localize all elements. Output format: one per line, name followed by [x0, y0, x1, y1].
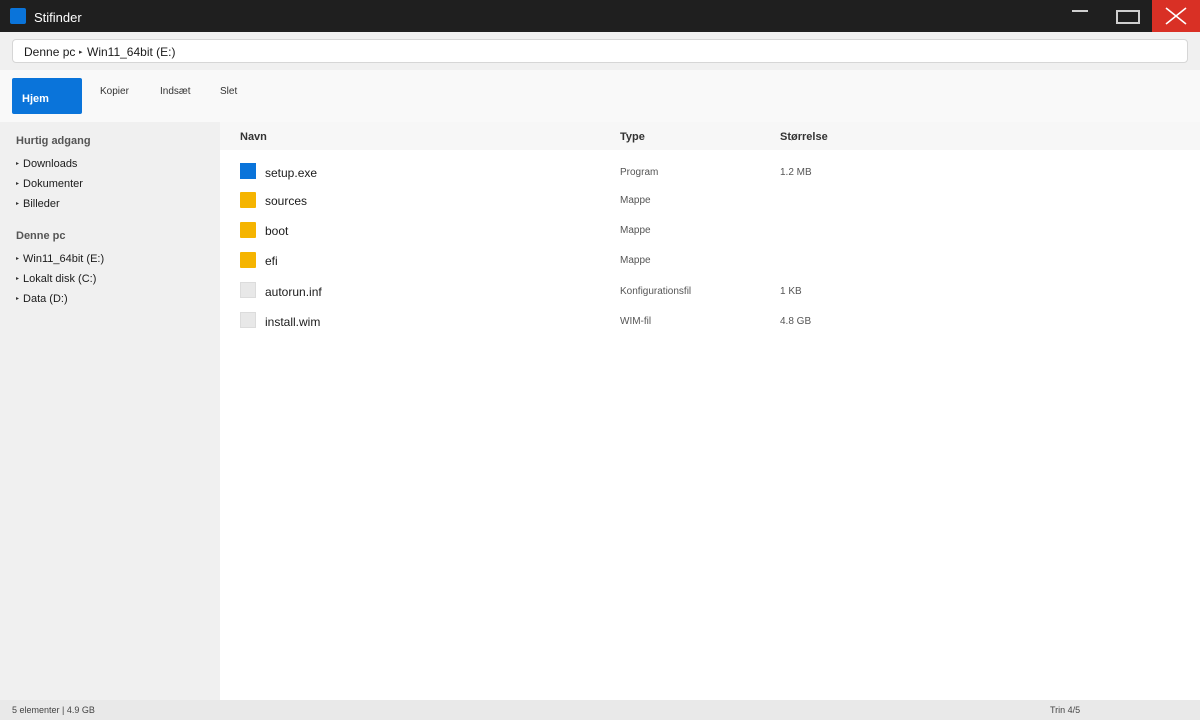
this-pc-heading: Denne pc: [16, 230, 66, 242]
file-size: 1.2 MB: [780, 167, 812, 178]
sidebar-item-label: Billeder: [23, 198, 60, 210]
file-icon: [240, 312, 256, 328]
sidebar-item-downloads[interactable]: ▸ Downloads: [16, 158, 77, 171]
file-row[interactable]: setup.exe Program 1.2 MB: [220, 158, 1200, 184]
file-icon: [240, 282, 256, 298]
sidebar-item-drive-d[interactable]: ▸ Data (D:): [16, 293, 68, 306]
copy-button[interactable]: Kopier: [100, 86, 129, 98]
item-count-status: 5 elementer | 4.9 GB: [12, 705, 95, 715]
chevron-right-icon: ▸: [79, 49, 83, 56]
file-type: WIM-fil: [620, 316, 652, 327]
column-header-size[interactable]: Størrelse: [780, 131, 828, 143]
expand-arrow-icon: ▸: [16, 161, 20, 167]
delete-button[interactable]: Slet: [220, 86, 237, 98]
file-name: autorun.inf: [265, 285, 322, 299]
file-row[interactable]: sources Mappe: [220, 186, 1200, 212]
file-type: Program: [620, 167, 659, 178]
sidebar-item-drive-c[interactable]: ▸ Lokalt disk (C:): [16, 273, 96, 286]
column-header-row: Navn Type Størrelse: [220, 122, 1200, 150]
folder-icon: [240, 192, 256, 208]
sidebar-item-drive-e[interactable]: ▸ Win11_64bit (E:): [16, 253, 104, 266]
navigation-pane: Hurtig adgang ▸ Downloads ▸ Dokumenter ▸ Bi…: [0, 122, 220, 700]
ribbon-toolbar: Hjem Kopier Indsæt Slet: [0, 70, 1200, 122]
sidebar-item-label: Lokalt disk (C:): [23, 273, 97, 285]
file-type: Mappe: [620, 225, 651, 236]
folder-icon: [240, 252, 256, 268]
status-bar: 5 elementer | 4.9 GB Trin 4/5: [0, 700, 1200, 720]
file-name: install.wim: [265, 315, 321, 329]
title-bar: Stifinder: [0, 0, 1200, 32]
column-header-name[interactable]: Navn: [240, 131, 267, 143]
sidebar-item-label: Data (D:): [23, 293, 68, 305]
file-list-pane: Navn Type Størrelse setup.exe Program 1.…: [220, 122, 1200, 700]
executable-icon: [240, 163, 256, 179]
breadcrumb-drive[interactable]: Win11_64bit (E:): [87, 45, 175, 59]
file-row[interactable]: boot Mappe: [220, 216, 1200, 242]
minimize-icon: [1072, 10, 1088, 12]
sidebar-item-label: Dokumenter: [23, 178, 83, 190]
maximize-button[interactable]: [1104, 0, 1152, 32]
breadcrumb-this-pc[interactable]: Denne pc: [24, 45, 75, 59]
file-size: 4.8 GB: [780, 316, 812, 327]
column-header-type[interactable]: Type: [620, 131, 645, 143]
close-icon: [1165, 7, 1187, 25]
address-field[interactable]: Denne pc ▸ Win11_64bit (E:): [12, 39, 1188, 63]
home-button[interactable]: Hjem: [12, 78, 82, 114]
file-type: Konfigurationsfil: [620, 286, 692, 297]
quick-access-heading: Hurtig adgang: [16, 135, 91, 147]
file-name: boot: [265, 224, 289, 238]
paste-button[interactable]: Indsæt: [160, 86, 191, 98]
file-row[interactable]: install.wim WIM-fil 4.8 GB: [220, 308, 1200, 334]
file-name: efi: [265, 254, 278, 268]
expand-arrow-icon: ▸: [16, 201, 20, 207]
step-indicator: Trin 4/5: [1050, 705, 1081, 715]
expand-arrow-icon: ▸: [16, 296, 20, 302]
sidebar-item-documents[interactable]: ▸ Dokumenter: [16, 178, 83, 191]
minimize-button[interactable]: [1056, 0, 1104, 32]
file-type: Mappe: [620, 255, 651, 266]
home-button-label: Hjem: [22, 93, 49, 105]
expand-arrow-icon: ▸: [16, 256, 20, 262]
sidebar-item-label: Win11_64bit (E:): [23, 253, 105, 265]
file-name: setup.exe: [265, 166, 318, 180]
address-bar: Denne pc ▸ Win11_64bit (E:): [0, 32, 1200, 70]
close-button[interactable]: [1152, 0, 1200, 32]
sidebar-item-label: Downloads: [23, 158, 78, 170]
file-row[interactable]: autorun.inf Konfigurationsfil 1 KB: [220, 278, 1200, 304]
sidebar-item-pictures[interactable]: ▸ Billeder: [16, 198, 60, 211]
file-type: Mappe: [620, 195, 651, 206]
file-name: sources: [265, 194, 308, 208]
app-icon: [10, 8, 26, 24]
expand-arrow-icon: ▸: [16, 181, 20, 187]
window-title: Stifinder: [34, 10, 82, 25]
file-size: 1 KB: [780, 286, 802, 297]
maximize-icon: [1116, 10, 1140, 24]
file-row[interactable]: efi Mappe: [220, 246, 1200, 272]
folder-icon: [240, 222, 256, 238]
expand-arrow-icon: ▸: [16, 276, 20, 282]
